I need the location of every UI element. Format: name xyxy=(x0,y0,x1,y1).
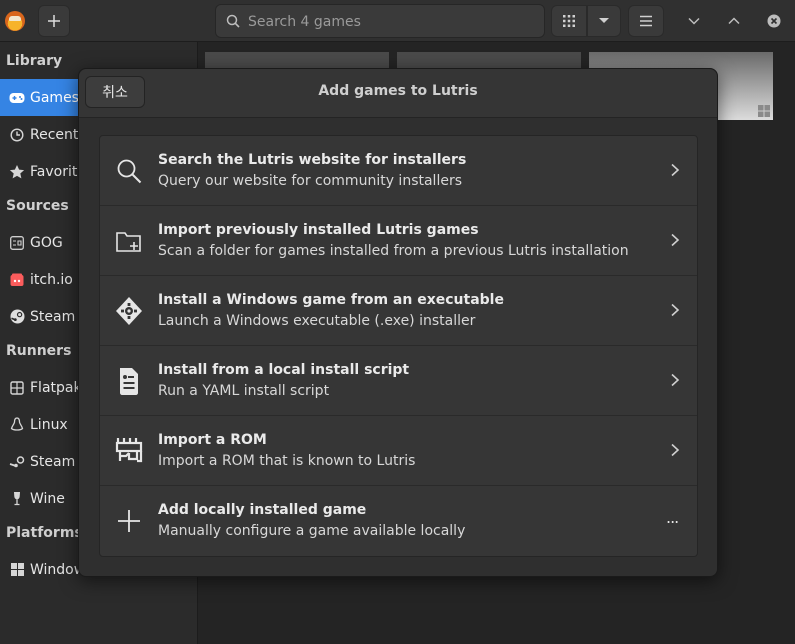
search-icon xyxy=(226,14,240,28)
header-bar xyxy=(0,0,795,42)
option-title: Add locally installed game xyxy=(158,502,367,518)
dialog-header: 취소 Add games to Lutris xyxy=(79,69,717,118)
option-title: Install from a local install script xyxy=(158,362,410,378)
steam-runner-icon xyxy=(9,454,25,470)
option-subtitle: Scan a folder for games installed from a… xyxy=(158,243,629,259)
flatpak-icon xyxy=(9,380,25,396)
option-install-local-script[interactable]: Install from a local install script Run … xyxy=(100,346,697,416)
windows-icon xyxy=(9,562,25,578)
sidebar-item-label: Linux xyxy=(30,416,68,433)
option-subtitle: Import a ROM that is known to Lutris xyxy=(158,453,416,469)
sidebar-item-label: itch.io xyxy=(30,271,73,288)
option-search-installers[interactable]: Search the Lutris website for installers… xyxy=(100,136,697,206)
option-title: Import a ROM xyxy=(158,432,267,448)
chevron-right-icon xyxy=(671,303,680,317)
maximize-button[interactable] xyxy=(718,5,750,37)
main-menu-button[interactable] xyxy=(628,5,664,37)
option-import-lutris-games[interactable]: Import previously installed Lutris games… xyxy=(100,206,697,276)
clock-icon xyxy=(9,127,25,143)
lutris-logo-icon xyxy=(5,11,25,31)
sidebar-item-label: Flatpak xyxy=(30,379,82,396)
grid-icon xyxy=(563,15,575,27)
folder-add-icon xyxy=(114,226,144,256)
view-options-dropdown[interactable] xyxy=(587,5,621,37)
minimize-button[interactable] xyxy=(678,5,710,37)
executable-icon xyxy=(114,296,144,326)
chevron-right-icon xyxy=(671,233,680,247)
option-title: Import previously installed Lutris games xyxy=(158,222,479,238)
plus-icon xyxy=(48,15,60,27)
chevron-right-icon xyxy=(671,443,680,457)
maximize-icon xyxy=(728,17,740,25)
more-icon: ... xyxy=(666,508,679,527)
add-options-list: Search the Lutris website for installers… xyxy=(99,135,698,557)
chevron-right-icon xyxy=(671,163,680,177)
linux-icon xyxy=(9,417,25,433)
chevron-down-icon xyxy=(599,18,609,23)
option-install-windows-executable[interactable]: Install a Windows game from an executabl… xyxy=(100,276,697,346)
close-window-button[interactable] xyxy=(758,5,790,37)
section-header-library: Library xyxy=(6,53,63,69)
section-header-runners: Runners xyxy=(6,343,72,359)
sidebar-item-label: Steam xyxy=(30,453,76,470)
option-add-local-game[interactable]: Add locally installed game Manually conf… xyxy=(100,486,697,556)
hamburger-menu-icon xyxy=(640,15,652,27)
option-subtitle: Manually configure a game available loca… xyxy=(158,523,466,539)
search-input[interactable] xyxy=(246,5,540,39)
add-game-button[interactable] xyxy=(38,5,70,37)
search-icon xyxy=(114,156,144,186)
gamepad-icon xyxy=(9,90,25,106)
plus-icon xyxy=(114,506,144,536)
search-field[interactable] xyxy=(215,4,545,39)
star-icon xyxy=(9,164,25,180)
wine-icon xyxy=(9,491,25,507)
sidebar-item-label: GOG xyxy=(30,234,63,251)
sidebar-item-label: Games xyxy=(30,89,79,106)
script-icon xyxy=(114,366,144,396)
sidebar-item-label: Steam xyxy=(30,308,76,325)
option-subtitle: Query our website for community installe… xyxy=(158,173,462,189)
sidebar-item-label: Recent xyxy=(30,126,79,143)
close-icon xyxy=(767,14,781,28)
view-grid-button[interactable] xyxy=(551,5,587,37)
sidebar-item-label: Wine xyxy=(30,490,65,507)
option-subtitle: Run a YAML install script xyxy=(158,383,330,399)
add-games-dialog: 취소 Add games to Lutris Search the Lutris… xyxy=(78,68,718,577)
minimize-icon xyxy=(688,17,700,25)
dialog-title: Add games to Lutris xyxy=(318,83,478,99)
section-header-platforms: Platforms xyxy=(6,525,83,541)
steam-icon xyxy=(9,309,25,325)
option-subtitle: Launch a Windows executable (.exe) insta… xyxy=(158,313,476,329)
chevron-right-icon xyxy=(671,373,680,387)
itchio-icon xyxy=(9,272,25,288)
section-header-sources: Sources xyxy=(6,198,69,214)
option-title: Search the Lutris website for installers xyxy=(158,152,467,168)
gog-icon xyxy=(9,235,25,251)
rom-icon xyxy=(114,436,144,466)
option-title: Install a Windows game from an executabl… xyxy=(158,292,504,308)
option-import-rom[interactable]: Import a ROM Import a ROM that is known … xyxy=(100,416,697,486)
windows-platform-icon xyxy=(758,105,770,117)
